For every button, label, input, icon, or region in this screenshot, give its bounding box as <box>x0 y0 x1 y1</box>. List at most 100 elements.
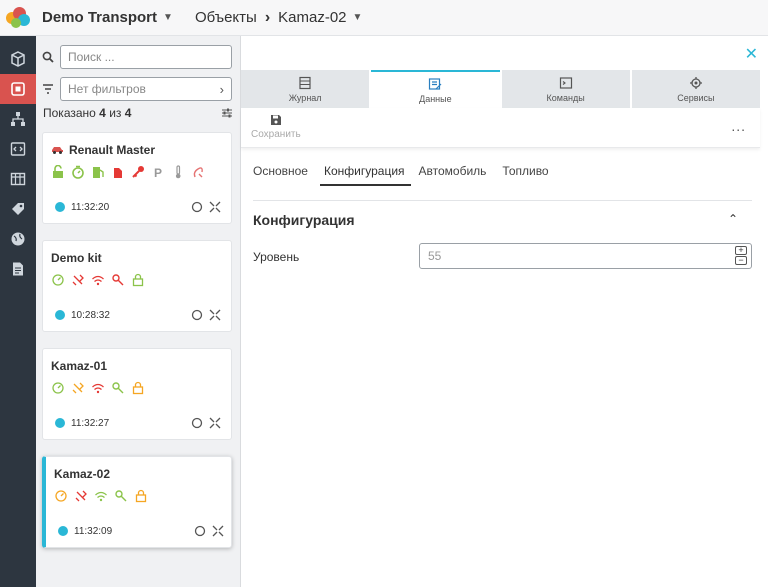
ignition-key-icon <box>112 382 124 394</box>
doc-icon <box>13 262 23 276</box>
save-button[interactable]: Сохранить <box>251 114 301 140</box>
speed-icon <box>52 382 64 394</box>
increment-button[interactable]: + <box>735 246 747 255</box>
breadcrumb: Объекты › Kamaz-02 ▼ <box>195 9 362 27</box>
nav-docs[interactable] <box>0 254 36 284</box>
subtab-configuration[interactable]: Конфигурация <box>319 164 411 186</box>
data-subtabs: Основное Конфигурация Автомобиль Топливо <box>253 164 565 186</box>
app-logo[interactable] <box>0 0 36 36</box>
level-label: Уровень <box>253 250 300 264</box>
project-title: Demo Transport <box>42 9 158 26</box>
fuel-icon <box>93 167 104 178</box>
tab-data[interactable]: Данные <box>371 70 500 108</box>
services-icon <box>689 76 702 89</box>
card-time: 11:32:09 <box>74 525 113 537</box>
nav-objects[interactable] <box>0 74 36 104</box>
level-input[interactable]: 55 + − <box>419 243 752 269</box>
key-icon <box>132 166 144 178</box>
section-title: Конфигурация <box>253 212 355 228</box>
objects-list-panel: Поиск ... Нет фильтров › Показано 4 из 4… <box>36 36 240 587</box>
card-title: Kamaz-02 <box>54 467 111 481</box>
wifi-icon <box>92 383 104 394</box>
lock-icon <box>135 489 147 503</box>
parking-icon: P <box>154 166 162 179</box>
tab-journal[interactable]: Журнал <box>241 70 370 108</box>
decrement-button[interactable]: − <box>735 256 747 265</box>
terminal-icon <box>559 76 572 89</box>
close-icon[interactable]: ✕ <box>745 44 758 64</box>
online-dot <box>55 202 65 212</box>
toolbar: Сохранить ... <box>241 108 760 148</box>
circle-icon[interactable] <box>191 417 203 429</box>
online-dot <box>55 418 65 428</box>
circle-icon[interactable] <box>194 525 206 537</box>
speed-icon <box>52 274 64 286</box>
circle-icon[interactable] <box>191 201 203 213</box>
tab-commands[interactable]: Команды <box>501 70 630 108</box>
svg-text:P: P <box>154 166 162 179</box>
more-menu-icon[interactable]: ... <box>731 118 746 134</box>
filter-placeholder: Нет фильтров <box>68 82 146 96</box>
car-icon <box>52 147 63 154</box>
filter-selector[interactable]: Нет фильтров › <box>60 77 232 101</box>
subtab-fuel[interactable]: Топливо <box>502 164 556 186</box>
shown-prefix: Показано <box>43 106 96 120</box>
card-footer: 11:32:20 <box>55 201 221 213</box>
nav-tree[interactable] <box>0 104 36 134</box>
online-dot <box>55 310 65 320</box>
satellite-off-icon <box>75 490 87 502</box>
nav-code[interactable] <box>0 134 36 164</box>
wifi-icon <box>92 275 104 286</box>
sliders-icon[interactable] <box>221 107 233 119</box>
card-footer: 11:32:27 <box>55 417 221 429</box>
status-icons <box>54 489 148 503</box>
lock-icon <box>132 381 144 395</box>
level-stepper: + − <box>735 246 747 265</box>
tab-services[interactable]: Сервисы <box>631 70 760 108</box>
expand-icon[interactable] <box>209 201 221 213</box>
breadcrumb-section[interactable]: Объекты <box>195 9 257 26</box>
project-selector[interactable]: Demo Transport ▼ <box>42 9 173 26</box>
object-card-kamaz-02[interactable]: Kamaz-02 11:32:09 <box>42 456 232 548</box>
speed-icon <box>55 490 67 502</box>
subtab-main[interactable]: Основное <box>253 164 316 186</box>
circle-icon[interactable] <box>191 309 203 321</box>
chevron-down-icon[interactable]: ▼ <box>353 12 363 23</box>
search-input[interactable]: Поиск ... <box>60 45 232 69</box>
save-label: Сохранить <box>251 129 301 140</box>
objects-icon <box>11 82 25 96</box>
satellite-icon <box>72 382 84 394</box>
shown-count: 4 <box>99 106 106 120</box>
code-icon <box>10 142 26 156</box>
chevron-up-icon[interactable]: ⌃ <box>728 212 738 226</box>
object-card-demo-kit[interactable]: Demo kit 10:28:32 <box>42 240 232 332</box>
nav-table[interactable] <box>0 164 36 194</box>
cube-icon <box>11 51 25 67</box>
save-icon <box>270 115 281 125</box>
wifi-icon <box>95 491 107 502</box>
subtab-vehicle[interactable]: Автомобиль <box>419 164 495 186</box>
tree-icon <box>11 112 25 126</box>
chevron-down-icon: ▼ <box>163 12 173 23</box>
object-card-renault-master[interactable]: Renault Master P 11:32:20 <box>42 132 232 224</box>
tag-icon <box>12 203 24 215</box>
object-details-panel: ✕ Журнал Данные Команды Сервисы Сохранит… <box>241 36 768 587</box>
details-tabs: Журнал Данные Команды Сервисы <box>241 70 760 108</box>
nav-cube[interactable] <box>0 44 36 74</box>
chevron-right-icon: › <box>219 81 224 97</box>
breadcrumb-current[interactable]: Kamaz-02 <box>278 9 346 26</box>
nav-tags[interactable] <box>0 194 36 224</box>
card-time: 11:32:20 <box>71 201 110 213</box>
table-icon <box>10 172 26 186</box>
nav-globe[interactable] <box>0 224 36 254</box>
expand-icon[interactable] <box>212 525 224 537</box>
card-title: Kamaz-01 <box>51 359 108 373</box>
card-footer: 10:28:32 <box>55 309 221 321</box>
expand-icon[interactable] <box>209 417 221 429</box>
status-icons <box>51 273 145 287</box>
section-divider <box>253 200 752 201</box>
thermometer-icon <box>175 165 181 179</box>
status-icons: P <box>51 165 205 179</box>
object-card-kamaz-01[interactable]: Kamaz-01 11:32:27 <box>42 348 232 440</box>
expand-icon[interactable] <box>209 309 221 321</box>
